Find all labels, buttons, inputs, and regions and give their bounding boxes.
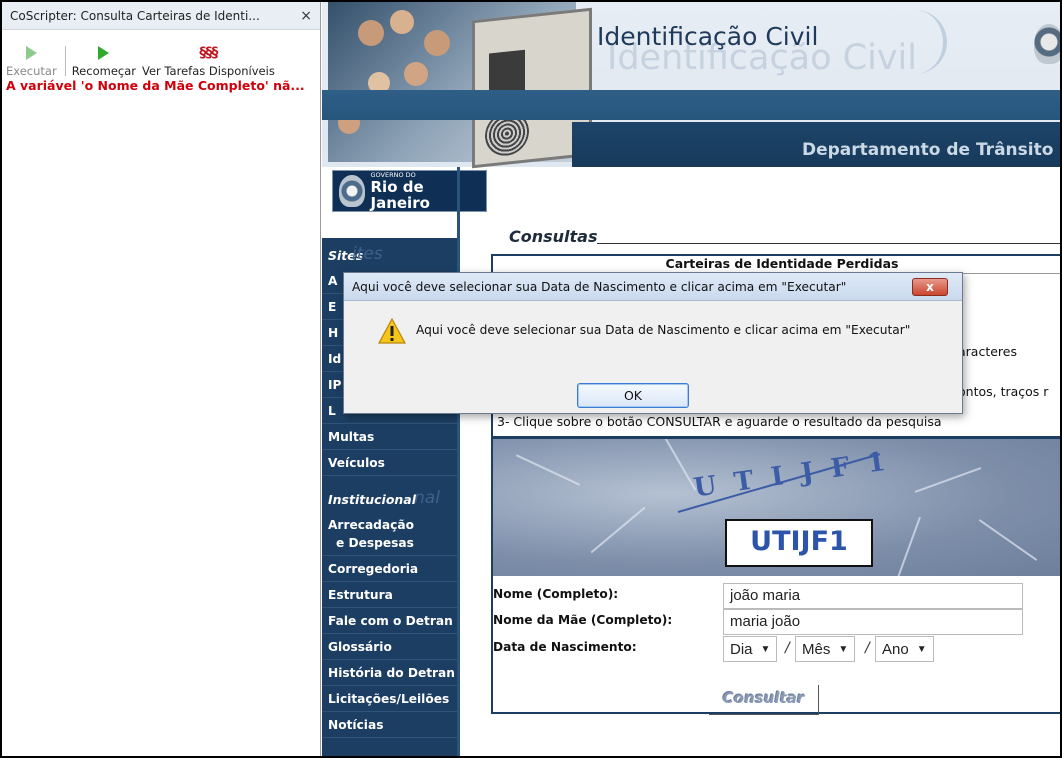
instruction-line-3: 3- Clique sobre o botão CONSULTAR e agua… bbox=[497, 414, 942, 429]
nav-heading-institucional: Institucional nal bbox=[322, 482, 457, 512]
year-select[interactable]: Ano ▼ bbox=[875, 636, 934, 662]
date-separator: / bbox=[865, 640, 870, 656]
day-select[interactable]: Dia ▼ bbox=[723, 636, 778, 662]
ok-button[interactable]: OK bbox=[577, 383, 689, 408]
instruction-line-1: aracteres bbox=[958, 344, 1017, 359]
nav-item-licitacoes[interactable]: Licitações/Leilões bbox=[322, 686, 457, 712]
mother-name-label: Nome da Mãe (Completo): bbox=[493, 613, 673, 627]
name-field[interactable]: joão maria bbox=[723, 583, 1023, 609]
nav-item-glossario[interactable]: Glossário bbox=[322, 634, 457, 660]
section-title: Consultas bbox=[509, 227, 598, 246]
captcha-clear-text: UTIJF1 bbox=[725, 519, 873, 567]
nav-heading-sites: Sites ites bbox=[322, 238, 457, 268]
instruction-line-2: ontos, traços r bbox=[958, 384, 1049, 399]
nav-heading-institucional-ghost: nal bbox=[414, 488, 440, 508]
name-label: Nome (Completo): bbox=[493, 587, 619, 601]
date-separator: / bbox=[785, 640, 790, 656]
chevron-down-icon: ▼ bbox=[916, 643, 927, 655]
nav-heading-institucional-label: Institucional bbox=[328, 492, 417, 507]
nav-item-despesas[interactable]: e Despesas bbox=[322, 534, 457, 556]
captcha-image: UTIJF1 UTIJF1 bbox=[493, 436, 1060, 576]
captcha-distorted-text: UTIJF1 bbox=[691, 444, 906, 504]
nav-item-estrutura[interactable]: Estrutura bbox=[322, 582, 457, 608]
alert-dialog: Aqui você deve selecionar sua Data de Na… bbox=[343, 272, 963, 414]
coscripter-title: CoScripter: Consulta Carteiras de Identi… bbox=[10, 8, 260, 23]
consultar-button[interactable]: Consultar bbox=[709, 685, 819, 715]
play-icon bbox=[25, 46, 37, 60]
view-tasks-button[interactable]: §§§ Ver Tarefas Disponíveis bbox=[142, 42, 275, 78]
nav-item-corregedoria[interactable]: Corregedoria bbox=[322, 556, 457, 582]
month-select[interactable]: Mês ▼ bbox=[795, 636, 856, 662]
play-icon bbox=[98, 46, 110, 60]
chevron-down-icon: ▼ bbox=[838, 643, 849, 655]
coscripter-error-message: A variável 'o Nome da Mãe Completo' nã..… bbox=[6, 78, 305, 93]
run-button[interactable]: Executar bbox=[6, 42, 57, 78]
site-banner: Identificação Civil Identificação Civil … bbox=[322, 2, 1060, 169]
section-rule bbox=[597, 243, 1060, 244]
nav-item-veiculos[interactable]: Veículos bbox=[322, 450, 457, 476]
chevron-down-icon: ▼ bbox=[760, 643, 771, 655]
coscripter-sidebar: CoScripter: Consulta Carteiras de Identi… bbox=[2, 2, 321, 756]
state-crest-icon bbox=[1034, 24, 1060, 64]
nav-item-multas[interactable]: Multas bbox=[322, 424, 457, 450]
coscripter-close-button[interactable]: × bbox=[300, 8, 312, 24]
banner-title: Identificação Civil bbox=[597, 22, 819, 51]
banner-band bbox=[322, 90, 1060, 120]
dialog-titlebar: Aqui você deve selecionar sua Data de Na… bbox=[344, 273, 962, 301]
restart-button[interactable]: Recomeçar bbox=[72, 42, 136, 78]
nav-item-historia[interactable]: História do Detran bbox=[322, 660, 457, 686]
content-divider bbox=[457, 167, 460, 756]
main-content: Consultas Carteiras de Identidade Perdid… bbox=[457, 167, 1060, 756]
birth-date-selects: Dia ▼ / Mês ▼ / Ano ▼ bbox=[723, 636, 983, 662]
nav-heading-sites-ghost: ites bbox=[352, 244, 383, 264]
warning-icon bbox=[377, 317, 407, 344]
nav-item-fale-com-detran[interactable]: Fale com o Detran bbox=[322, 608, 457, 634]
nav-item-noticias[interactable]: Notícias bbox=[322, 712, 457, 738]
run-button-label: Executar bbox=[6, 64, 57, 78]
dialog-title: Aqui você deve selecionar sua Data de Na… bbox=[352, 279, 847, 294]
birth-date-label: Data de Nascimento: bbox=[493, 640, 637, 654]
dialog-message: Aqui você deve selecionar sua Data de Na… bbox=[416, 323, 911, 337]
coscripter-titlebar: CoScripter: Consulta Carteiras de Identi… bbox=[2, 2, 320, 30]
coscripter-toolbar: Executar Recomeçar §§§ Ver Tarefas Dispo… bbox=[2, 30, 320, 78]
restart-button-label: Recomeçar bbox=[71, 64, 136, 78]
toolbar-divider bbox=[64, 46, 66, 76]
department-title: Departamento de Trânsito do bbox=[572, 122, 1060, 167]
view-tasks-label: Ver Tarefas Disponíveis bbox=[142, 64, 275, 78]
crest-icon bbox=[339, 175, 365, 207]
screen: CoScripter: Consulta Carteiras de Identi… bbox=[0, 0, 1062, 758]
nav-item-arrecadacao[interactable]: Arrecadação bbox=[322, 512, 457, 534]
mother-name-field[interactable]: maria joão bbox=[723, 609, 1023, 635]
dialog-close-button[interactable]: x bbox=[912, 277, 948, 296]
day-select-value: Dia bbox=[730, 640, 753, 658]
year-select-value: Ano bbox=[882, 640, 909, 658]
tasks-icon: §§§ bbox=[199, 45, 218, 61]
month-select-value: Mês bbox=[802, 640, 831, 658]
